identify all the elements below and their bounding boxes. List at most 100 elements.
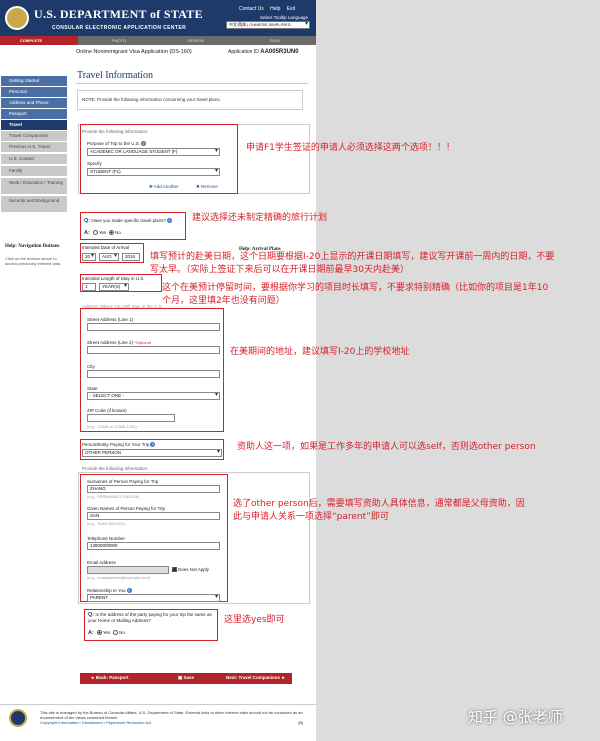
stay-unit-select[interactable]: YEAR(S) xyxy=(99,283,129,291)
plans-yes-label: Yes xyxy=(98,230,107,235)
payer-intro: Provide the following information: xyxy=(82,466,149,471)
add-another-link[interactable]: ✚ Add Another xyxy=(149,184,179,190)
remove-link[interactable]: ✖ Remove xyxy=(196,184,218,190)
street2-input[interactable] xyxy=(87,346,220,354)
help-question-icon[interactable]: ? xyxy=(141,141,147,147)
purpose-label: Purpose of Trip to the U.S.? xyxy=(87,141,147,147)
same-address-no-radio[interactable] xyxy=(113,630,119,636)
save-label: Save xyxy=(183,675,195,680)
same-address-no-label: No xyxy=(119,630,125,635)
surname-hint: (e.g., FERNANDEZ GARCIA) xyxy=(87,494,140,499)
annotation-address: 在美期间的地址，建议填写I-20上的学校地址 xyxy=(230,347,410,357)
same-address-question-text: Is the address of the party paying for y… xyxy=(88,612,212,623)
sidebar-item-family[interactable]: Family xyxy=(1,166,67,176)
page-title: Travel Information xyxy=(77,70,154,81)
payer-label-text: Person/Entity Paying for Your Trip xyxy=(82,442,150,447)
zip-input[interactable] xyxy=(87,414,175,422)
payer-select[interactable]: OTHER PERSON xyxy=(82,449,222,457)
contact-us-link[interactable]: Contact Us xyxy=(239,6,264,12)
help-question-icon[interactable]: ? xyxy=(150,442,156,448)
plans-yes-radio[interactable] xyxy=(92,230,98,236)
same-address-answer: A: Yes No xyxy=(88,630,125,636)
city-label: City xyxy=(87,364,95,369)
help-question-icon[interactable]: ? xyxy=(166,218,172,224)
help-question-icon[interactable]: ? xyxy=(126,588,132,594)
help-navigation-title: Help: Navigation Buttons xyxy=(5,244,60,249)
optional-tag: *Optional xyxy=(134,340,151,345)
given-label: Given Names of Person Paying for Trip xyxy=(87,506,166,511)
city-input[interactable] xyxy=(87,370,220,378)
stay-label: Intended Length of Stay in U.S. xyxy=(82,276,145,281)
sidebar-item-travel-companions[interactable]: Travel Companions xyxy=(1,131,67,141)
step-review[interactable]: REVIEW xyxy=(188,38,204,43)
remove-label: Remove xyxy=(201,184,218,189)
sidebar-item-travel[interactable]: Travel xyxy=(1,120,67,130)
sidebar-item-work-education[interactable]: Work / Education / Training xyxy=(1,178,67,194)
sidebar-item-security[interactable]: Security and Background xyxy=(1,196,67,212)
annotation-payer: 资助人这一项，如果是工作多年的申请人可以选self，否则选other perso… xyxy=(237,442,536,452)
specify-label: Specify xyxy=(87,161,102,166)
back-button[interactable]: ◄ Back: Passport xyxy=(90,675,128,680)
does-not-apply: Does Not Apply xyxy=(172,567,210,573)
top-links: Contact Us Help Exit xyxy=(239,6,300,12)
purpose-select[interactable]: ACADEMIC OR LANGUAGE STUDENT (F) xyxy=(87,148,220,156)
phone-input[interactable]: 13800000000 xyxy=(87,542,220,550)
step-photo[interactable]: PHOTO xyxy=(112,38,126,43)
street1-input[interactable] xyxy=(87,323,220,331)
footer-links[interactable]: Copyright Information ▪ Disclaimers ▪ Pa… xyxy=(40,720,308,725)
step-complete[interactable]: COMPLETE xyxy=(0,36,78,45)
state-select[interactable]: - SELECT ONE - xyxy=(87,392,220,400)
street2-label-text: Street Address (Line 2) xyxy=(87,340,134,345)
does-not-apply-label: Does Not Apply xyxy=(178,567,210,572)
sidebar-item-passport[interactable]: Passport xyxy=(1,109,67,119)
annotation-purpose: 申请F1学生签证的申请人必须选择这两个选项！！！ xyxy=(246,143,455,153)
screenshot-page: U.S. DEPARTMENT of STATE CONSULAR ELECTR… xyxy=(0,0,600,741)
annotation-stay: 这个在美预计停留时间，要根据你学习的项目时长填写，不要求特别精确（比如你的项目是… xyxy=(162,283,549,306)
step-sign[interactable]: SIGN xyxy=(270,38,280,43)
application-id-value: AA005R3UN0 xyxy=(260,49,299,55)
help-navigation-text: Click on the buttons above to access pre… xyxy=(5,256,62,266)
payer-label: Person/Entity Paying for Your Trip? xyxy=(82,442,156,448)
application-id: Application ID AA005R3UN0 xyxy=(228,49,299,55)
save-icon: ▣ xyxy=(178,675,183,680)
exit-link[interactable]: Exit xyxy=(287,6,295,12)
site-subtitle: CONSULAR ELECTRONIC APPLICATION CENTER xyxy=(52,25,187,31)
annotation-same-address: 这里选yes即可 xyxy=(224,615,285,625)
arrival-label: Intended Date of Arrival xyxy=(82,245,130,250)
same-address-yes-label: Yes xyxy=(102,630,111,635)
surname-input[interactable]: ZHANG xyxy=(87,485,220,493)
arrival-month-select[interactable]: AUG xyxy=(99,253,119,261)
street2-label: Street Address (Line 2) *Optional xyxy=(87,340,151,345)
same-address-yes-radio[interactable] xyxy=(96,630,102,636)
does-not-apply-checkbox[interactable] xyxy=(172,567,177,573)
footer-seal-icon xyxy=(9,709,27,727)
save-button[interactable]: ▣ Save xyxy=(178,675,194,681)
sidebar-item-personal[interactable]: Personal xyxy=(1,87,67,97)
stay-length-input[interactable]: 1 xyxy=(82,283,96,291)
plans-question-text: Have you made specific travel plans? xyxy=(91,218,166,223)
help-link[interactable]: Help xyxy=(270,6,280,12)
sidebar-item-us-contact[interactable]: U.S. Contact xyxy=(1,154,67,164)
arrival-year-input[interactable]: 2016 xyxy=(122,253,140,261)
purpose-label-text: Purpose of Trip to the U.S. xyxy=(87,141,141,146)
language-label: Select Tooltip Language xyxy=(260,15,308,20)
email-input[interactable] xyxy=(87,566,169,574)
specify-select[interactable]: STUDENT (F1) xyxy=(87,168,220,176)
sidebar-item-getting-started[interactable]: Getting Started xyxy=(1,76,67,86)
language-select[interactable]: 中文/简体 | CHINESE-SIMPLIFIED xyxy=(226,21,310,29)
sidebar-item-address-phone[interactable]: Address and Phone xyxy=(1,98,67,108)
given-input[interactable]: SAN xyxy=(87,512,220,520)
same-address-a: A: xyxy=(88,630,94,636)
next-button[interactable]: Next: Travel Companions ► xyxy=(226,675,286,680)
email-label: Email Address xyxy=(87,560,116,565)
travel-note: NOTE: Provide the following information … xyxy=(77,90,303,110)
plans-answer: A: Yes No xyxy=(84,230,121,236)
annotation-payer-details: 选了other person后，需要填写资助人具体信息，通常都是父母资助，因此与… xyxy=(233,499,525,522)
arrival-day-select[interactable]: 20 xyxy=(82,253,96,261)
sidebar-item-previous-travel[interactable]: Previous U.S. Travel xyxy=(1,142,67,152)
footer-disclaimer: This site is managed by the Bureau of Co… xyxy=(40,710,303,720)
watermark: 知乎 @张老师 xyxy=(468,708,563,726)
state-label: State xyxy=(87,386,98,391)
relationship-select[interactable]: PARENT xyxy=(87,594,220,602)
plans-no-radio[interactable] xyxy=(109,230,115,236)
